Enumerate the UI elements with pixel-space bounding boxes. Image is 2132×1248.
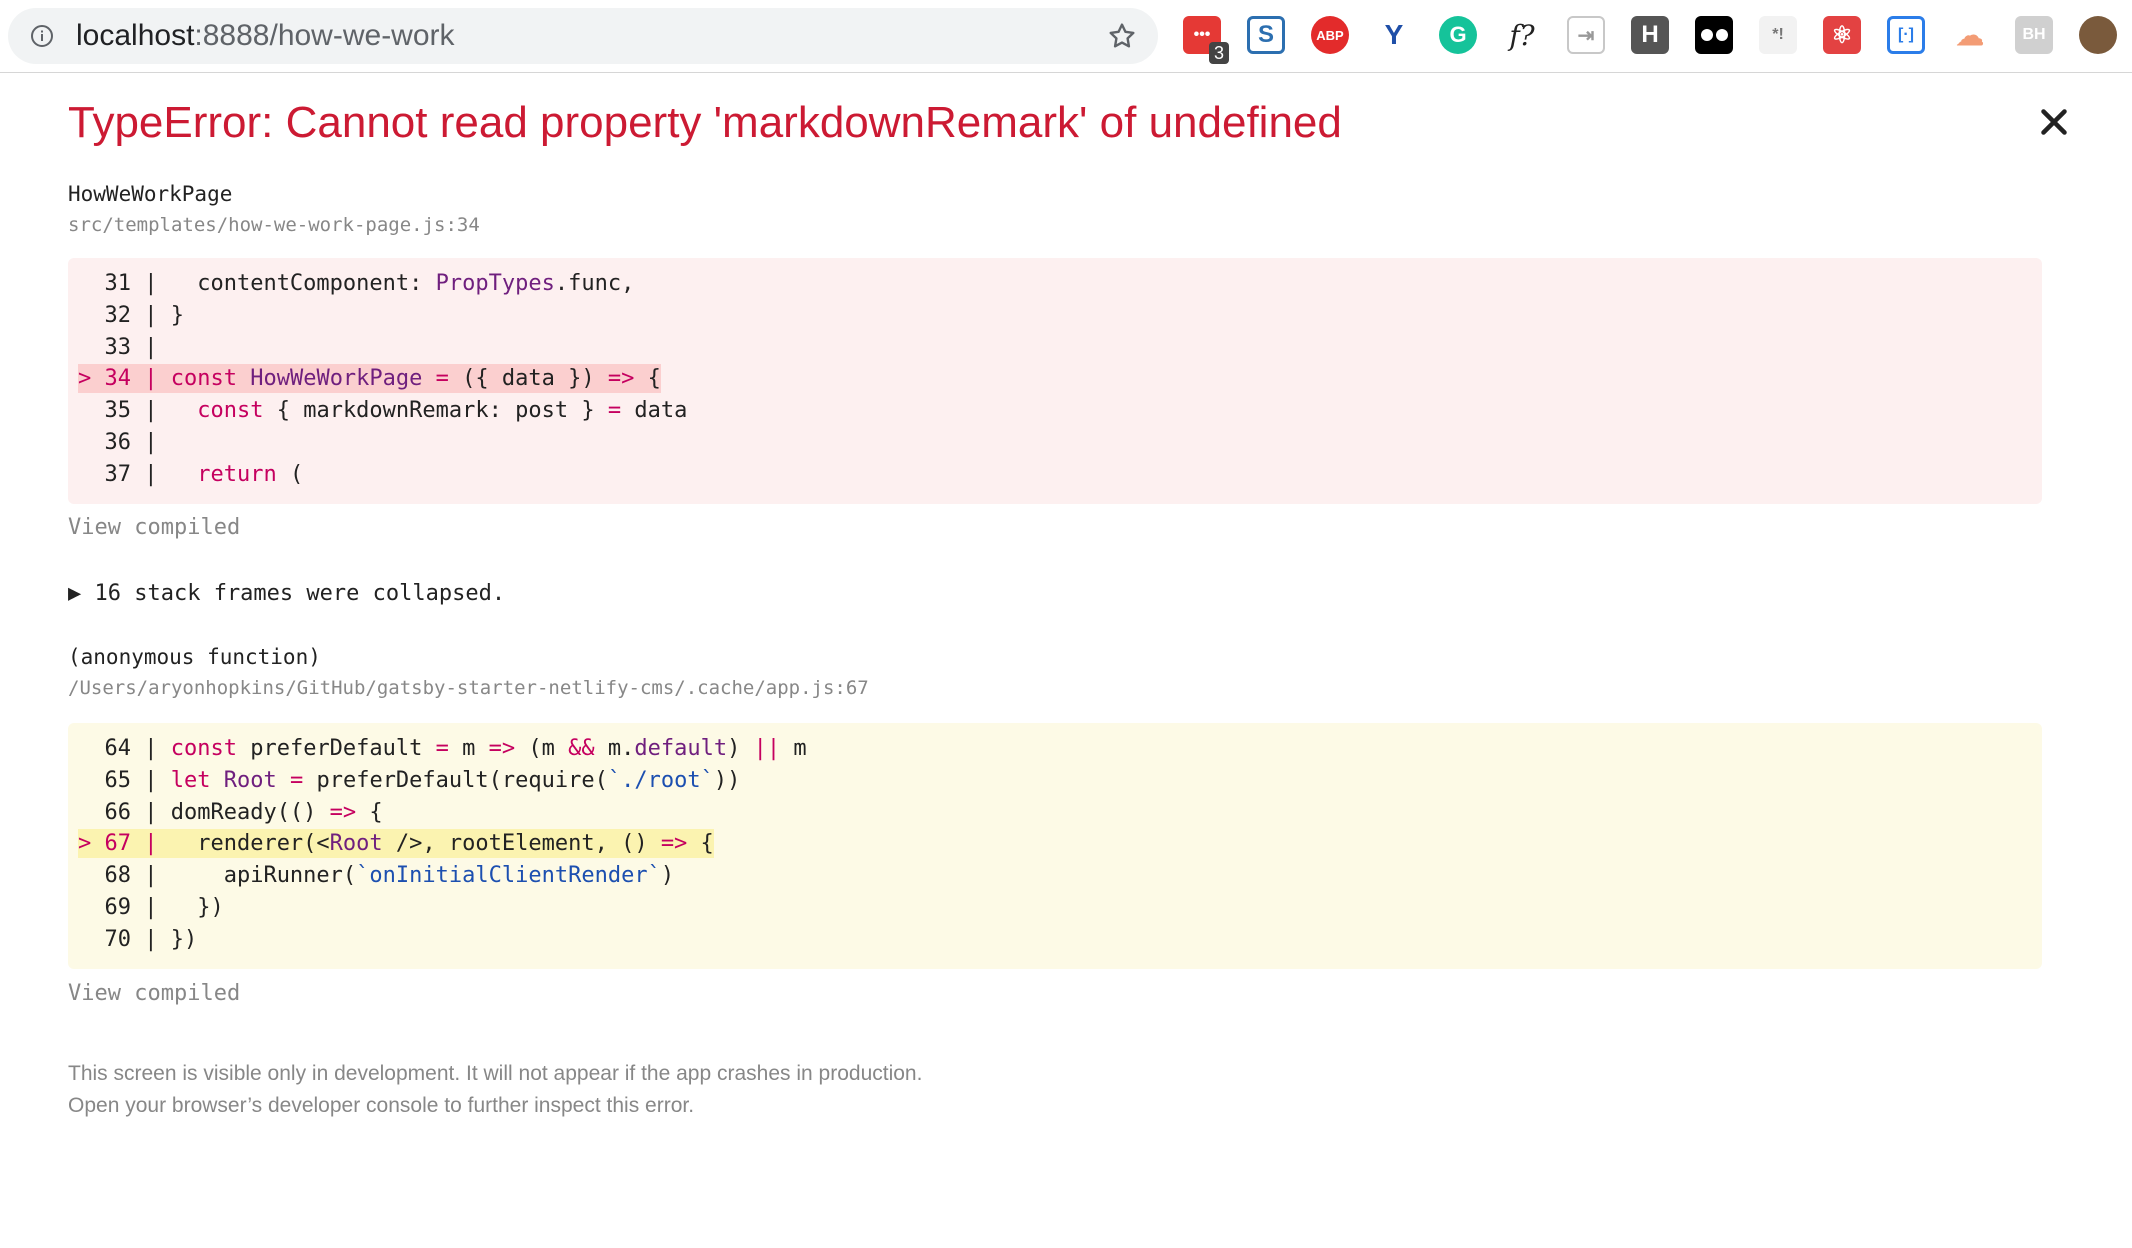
info-icon[interactable] xyxy=(30,24,54,48)
collapsed-frames-toggle[interactable]: ▶ 16 stack frames were collapsed. xyxy=(68,580,505,608)
ext-grammarly-icon[interactable]: G xyxy=(1439,16,1477,54)
address-url[interactable]: localhost:8888/how-we-work xyxy=(76,19,455,53)
code-line: 70 | }) xyxy=(78,926,198,952)
ext-regex-icon[interactable]: *! xyxy=(1759,16,1797,54)
bookmark-star-icon[interactable] xyxy=(1106,20,1138,52)
ext-avatar-icon[interactable] xyxy=(2079,16,2117,54)
close-icon[interactable] xyxy=(2036,104,2072,140)
footer-line-1: This screen is visible only in developme… xyxy=(68,1062,923,1085)
view-compiled-link[interactable]: View compiled xyxy=(68,980,240,1008)
code-line: > 34 | const HowWeWorkPage = ({ data }) … xyxy=(68,363,2042,395)
ext-react-icon[interactable]: ⚛ xyxy=(1823,16,1861,54)
code-line: 36 | xyxy=(78,429,158,455)
code-line: 66 | domReady(() => { xyxy=(78,799,383,825)
ext-y-icon[interactable]: Y xyxy=(1375,16,1413,54)
extension-badge: 3 xyxy=(1208,42,1229,64)
frame-file-path[interactable]: /Users/aryonhopkins/GitHub/gatsby-starte… xyxy=(68,676,869,700)
ext-h-icon[interactable]: H xyxy=(1631,16,1669,54)
footer-note: This screen is visible only in developme… xyxy=(68,1058,922,1122)
view-compiled-link[interactable]: View compiled xyxy=(68,514,240,542)
code-line: 37 | return ( xyxy=(78,461,304,487)
ext-arrow-icon[interactable]: ⇥ xyxy=(1567,16,1605,54)
browser-toolbar: localhost:8888/how-we-work ••• 3 S ABP Y… xyxy=(0,0,2132,73)
frame-function-name: (anonymous function) xyxy=(68,645,321,669)
highlighted-line: > 67 | renderer(<Root />, rootElement, (… xyxy=(78,829,714,859)
ext-s-icon[interactable]: S xyxy=(1247,16,1285,54)
code-line: 69 | }) xyxy=(78,894,224,920)
ext-bh-label: BH xyxy=(2022,26,2046,43)
address-bar[interactable]: localhost:8888/how-we-work xyxy=(8,8,1158,64)
ext-tampermonkey-icon[interactable] xyxy=(1695,16,1733,54)
ext-regex-label: *! xyxy=(1772,26,1784,43)
ext-f-icon[interactable]: f? xyxy=(1503,16,1541,54)
ext-abp-icon[interactable]: ABP xyxy=(1311,16,1349,54)
url-host: localhost xyxy=(76,19,195,52)
code-snippet-frame-2: 64 | const preferDefault = m => (m && m.… xyxy=(68,723,2042,969)
ext-abp-label: ABP xyxy=(1316,27,1344,43)
code-line: 64 | const preferDefault = m => (m && m.… xyxy=(78,736,807,761)
ext-bracket-icon[interactable]: [·] xyxy=(1887,16,1925,54)
ext-bh-icon[interactable]: BH xyxy=(2015,16,2053,54)
footer-line-2: Open your browser’s developer console to… xyxy=(68,1094,695,1117)
ext-h-label: H xyxy=(1641,21,1659,48)
error-title: TypeError: Cannot read property 'markdow… xyxy=(68,98,1342,147)
ext-cloud-icon[interactable]: ☁ xyxy=(1951,16,1989,54)
code-line: 65 | let Root = preferDefault(require(`.… xyxy=(78,767,741,793)
ext-meetup-icon[interactable]: ••• 3 xyxy=(1183,16,1229,64)
url-path: :8888/how-we-work xyxy=(194,19,455,52)
frame-file-path[interactable]: src/templates/how-we-work-page.js:34 xyxy=(68,213,480,237)
ext-f-label: f? xyxy=(1509,18,1535,52)
code-line: 32 | } xyxy=(78,302,184,328)
code-line: 31 | contentComponent: PropTypes.func, xyxy=(78,271,635,296)
code-snippet-frame-1: 31 | contentComponent: PropTypes.func, 3… xyxy=(68,258,2042,504)
frame-function-name: HowWeWorkPage xyxy=(68,182,233,206)
code-line: 68 | apiRunner(`onInitialClientRender`) xyxy=(78,863,675,889)
code-line: 33 | xyxy=(78,334,158,360)
code-line: > 67 | renderer(<Root />, rootElement, (… xyxy=(68,828,2042,860)
code-line: 35 | const { markdownRemark: post } = da… xyxy=(78,398,688,424)
highlighted-line: > 34 | const HowWeWorkPage = ({ data }) … xyxy=(78,364,661,394)
